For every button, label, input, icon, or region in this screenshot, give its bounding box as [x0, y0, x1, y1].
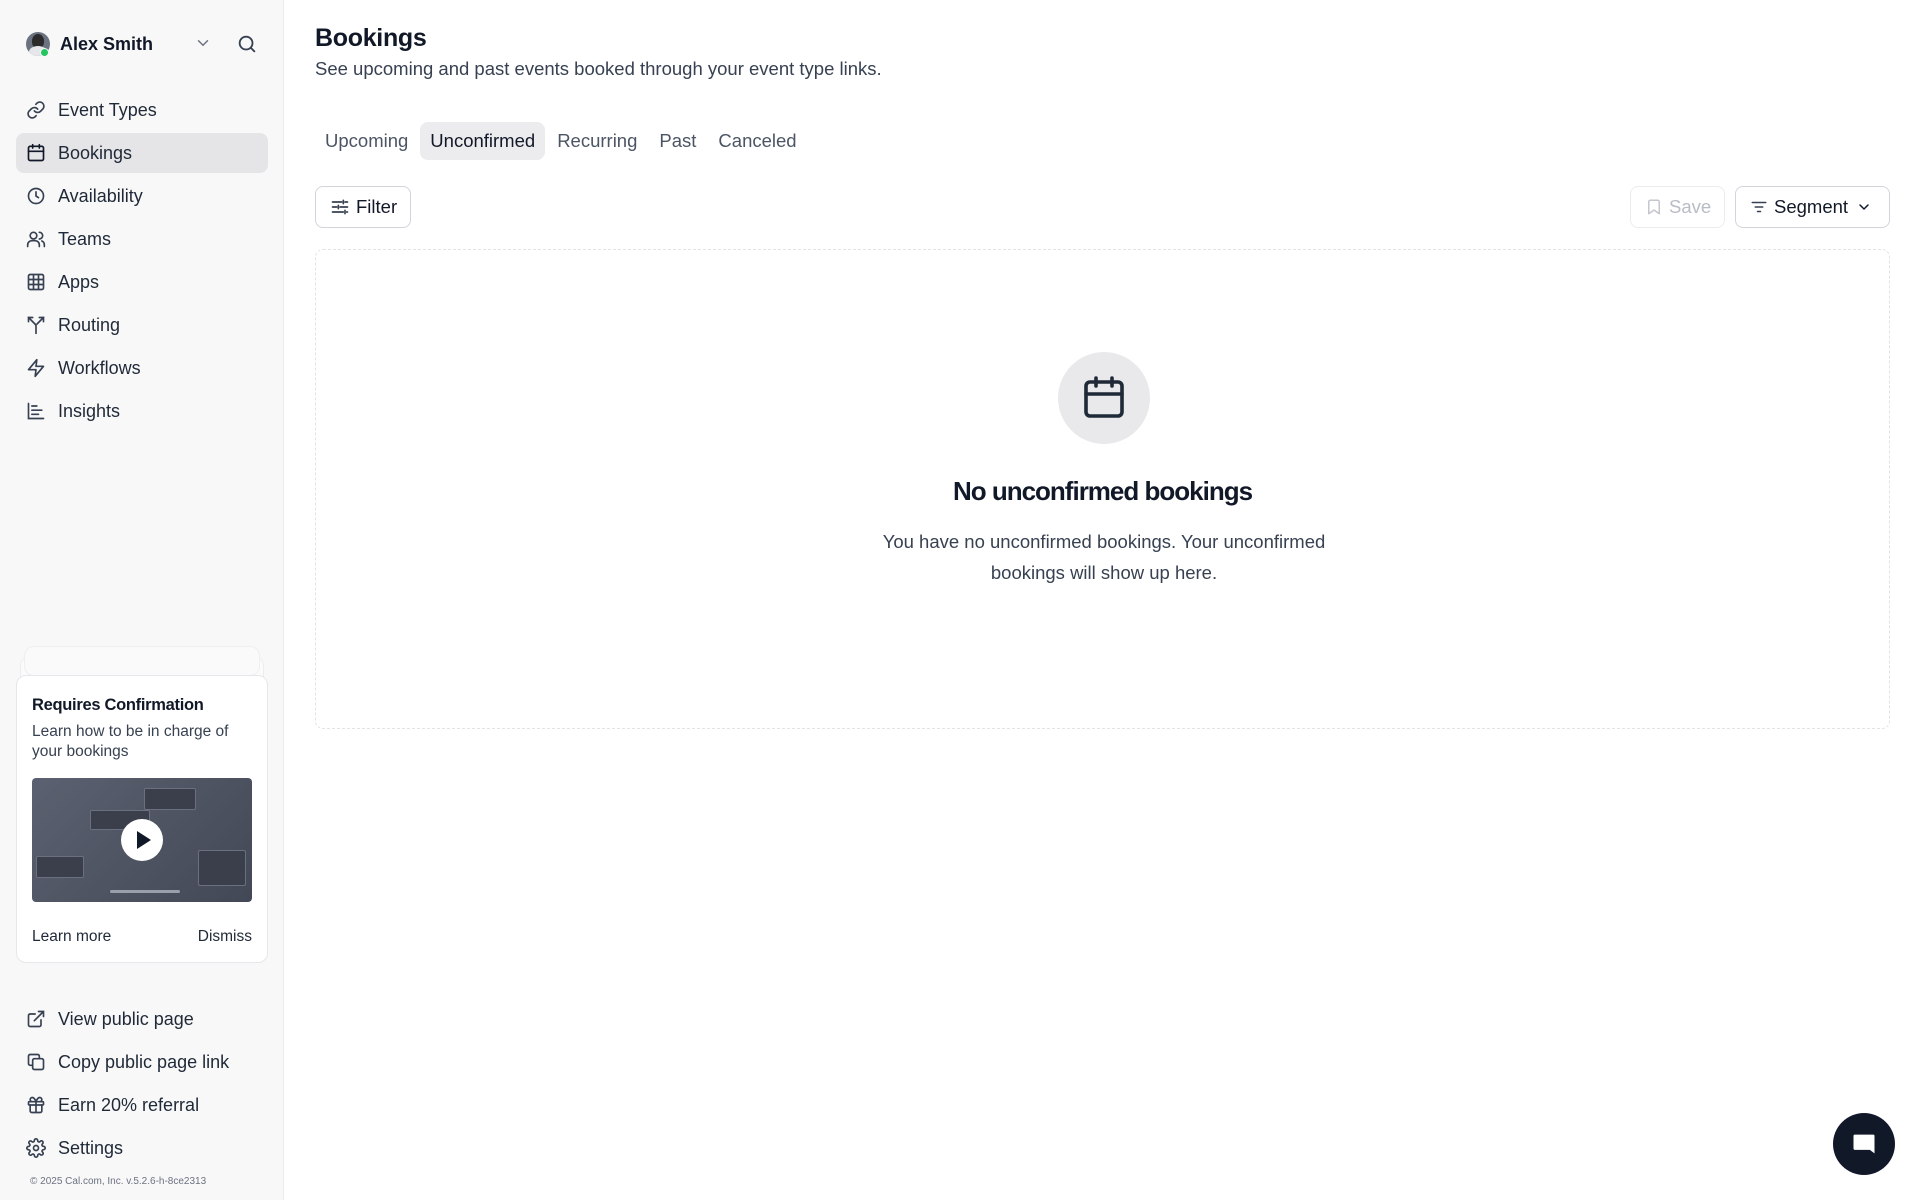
sidebar-nav: Event Types Bookings Availability Teams … [16, 90, 268, 434]
promo-stack-layer [24, 646, 260, 676]
promo-text: Learn how to be in charge of your bookin… [32, 723, 229, 760]
chevron-down-icon[interactable] [194, 34, 212, 52]
learn-more-link[interactable]: Learn more [32, 928, 111, 946]
sidebar-item-label: Workflows [58, 357, 141, 378]
bookings-tabs: Upcoming Unconfirmed Recurring Past Canc… [315, 122, 809, 160]
save-segment-button[interactable]: Save [1630, 186, 1725, 228]
save-label: Save [1669, 196, 1712, 217]
sidebar-item-event-types[interactable]: Event Types [16, 90, 268, 130]
sidebar-item-settings[interactable]: Settings [16, 1128, 268, 1168]
empty-state: No unconfirmed bookings You have no unco… [315, 249, 1890, 729]
chat-button[interactable] [1833, 1113, 1895, 1175]
sidebar-item-view-public-page[interactable]: View public page [16, 999, 268, 1039]
sidebar-item-label: Routing [58, 314, 121, 335]
segment-label: Segment [1774, 196, 1849, 217]
sidebar-item-label: Teams [58, 228, 112, 249]
sidebar-item-label: Availability [58, 185, 143, 206]
sidebar-item-workflows[interactable]: Workflows [16, 348, 268, 388]
users-icon [26, 231, 46, 248]
sidebar-item-label: Event Types [58, 99, 157, 120]
search-icon[interactable] [236, 33, 258, 55]
empty-state-title: No unconfirmed bookings [952, 476, 1253, 506]
play-icon[interactable] [121, 819, 163, 861]
sidebar-item-label: View public page [58, 1008, 194, 1029]
split-icon [27, 316, 45, 335]
external-link-icon [27, 1010, 45, 1028]
sidebar-item-label: Insights [58, 400, 121, 421]
sidebar-item-apps[interactable]: Apps [16, 262, 268, 302]
calendar-icon [1058, 352, 1150, 444]
gift-icon [27, 1096, 45, 1114]
sidebar-item-earn-referral[interactable]: Earn 20% referral [16, 1085, 268, 1125]
sidebar-item-routing[interactable]: Routing [16, 305, 268, 345]
gear-icon [26, 1138, 46, 1158]
chart-icon [27, 402, 45, 420]
sidebar-item-label: Copy public page link [58, 1051, 230, 1072]
sidebar-item-availability[interactable]: Availability [16, 176, 268, 216]
tab-unconfirmed[interactable]: Unconfirmed [420, 122, 546, 160]
clock-icon [27, 187, 45, 205]
sidebar-item-copy-public-page-link[interactable]: Copy public page link [16, 1042, 268, 1082]
promo-title: Requires Confirmation [32, 696, 204, 714]
sidebar-item-bookings[interactable]: Bookings [16, 133, 268, 173]
sidebar-item-insights[interactable]: Insights [16, 391, 268, 431]
user-name: Alex Smith [60, 33, 154, 54]
tab-upcoming[interactable]: Upcoming [315, 122, 418, 160]
promo-video-thumbnail[interactable] [32, 778, 252, 902]
link-icon [27, 101, 45, 119]
version-footer: © 2025 Cal.com, Inc. v.5.2.6-h-8ce2313 [30, 1176, 207, 1187]
sliders-icon [331, 199, 349, 215]
dismiss-button[interactable]: Dismiss [198, 928, 252, 946]
filter-label: Filter [356, 196, 398, 217]
filter-button[interactable]: Filter [315, 186, 411, 228]
chat-icon [1853, 1134, 1875, 1154]
promo-card: Requires Confirmation Learn how to be in… [16, 675, 268, 963]
page-subtitle: See upcoming and past events booked thro… [315, 58, 882, 79]
bookmark-icon [1648, 199, 1660, 215]
list-filter-icon [1751, 201, 1767, 213]
copy-icon [27, 1053, 45, 1071]
sidebar: Alex Smith Event Types Bookings Availabi… [0, 0, 284, 1200]
sidebar-item-teams[interactable]: Teams [16, 219, 268, 259]
sidebar-item-label: Apps [58, 271, 100, 292]
user-menu[interactable]: Alex Smith [26, 30, 266, 58]
empty-state-text: You have no unconfirmed bookings. Your u… [882, 531, 1326, 583]
sidebar-item-label: Bookings [58, 142, 133, 163]
grid-icon [27, 273, 45, 291]
chevron-down-icon [1859, 204, 1869, 211]
page-title: Bookings [315, 24, 427, 52]
zap-icon [27, 358, 45, 378]
sidebar-item-label: Earn 20% referral [58, 1094, 200, 1115]
sidebar-item-label: Settings [58, 1137, 124, 1158]
segment-dropdown[interactable]: Segment [1735, 186, 1890, 228]
tab-canceled[interactable]: Canceled [708, 122, 806, 160]
calendar-icon [27, 143, 45, 162]
tab-past[interactable]: Past [649, 122, 706, 160]
sidebar-bottom-nav: View public page Copy public page link E… [16, 999, 268, 1171]
tab-recurring[interactable]: Recurring [547, 122, 647, 160]
online-status-dot [40, 48, 49, 57]
